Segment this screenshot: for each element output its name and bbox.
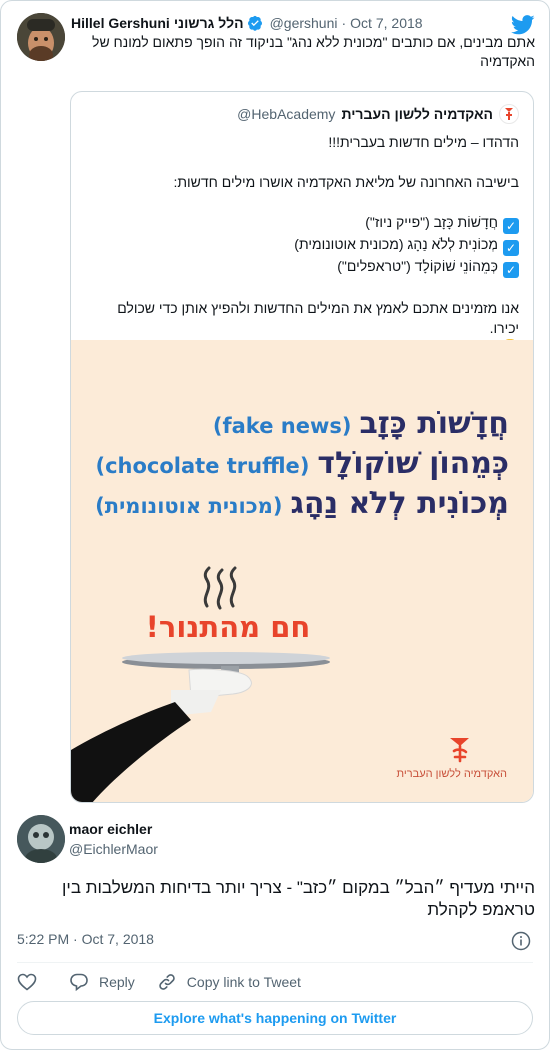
quoted-author-handle: @HebAcademy [237,106,336,122]
academy-mark-icon [450,738,469,763]
heart-icon [17,973,37,991]
quoted-line-1: הדהדו – מילים חדשות בעברית!!! [328,134,519,150]
poster-row-fake-news: חֲדָשׁוֹת כָּזָב (fake news) [212,406,509,441]
serving-tray-illustration [71,652,330,802]
quoted-item: ✓כְּמֵהוֹנֵי שׁוֹקוֹלָד ("טראפלים") [85,256,519,278]
quoted-tweet-body: הדהדו – מילים חדשות בעברית!!! בישיבה האח… [85,132,519,358]
steam-icon [203,566,237,610]
poster-hot-text: חם מהתנור! [145,610,311,644]
academy-logo-icon [499,104,519,124]
tweet-actions: Reply Copy link to Tweet [17,971,323,993]
quoted-item: ✓חֲדָשׁוֹת כָּזָב ("פייק ניוז") [85,212,519,234]
poster-academy-label: האקדמיה ללשון העברית [396,768,507,780]
tweet-header: Hillel Gershuni הלל גרשוני @gershuni · O… [17,13,535,69]
reply-author-handle[interactable]: @EichlerMaor [69,841,158,857]
separator-dot: · [341,15,347,31]
author-names: Hillel Gershuni הלל גרשוני @gershuni · O… [71,15,495,31]
tweet-embed-card: Hillel Gershuni הלל גרשוני @gershuni · O… [0,0,550,1050]
copy-link-button[interactable]: Copy link to Tweet [157,972,301,992]
author-avatar[interactable] [17,13,65,61]
checkmark-icon: ✓ [503,240,519,256]
checkmark-icon: ✓ [503,262,519,278]
quoted-line-3: אנו מזמינים אתכם לאמץ את המילים החדשות ו… [117,300,519,336]
verified-badge-icon [247,15,262,31]
reply-button[interactable]: Reply [69,972,135,992]
divider [17,962,533,963]
reply-text: הייתי מעדיף ״הבל״ במקום ״כזב" - צריך יות… [62,878,535,919]
quoted-tweet[interactable]: האקדמיה ללשון העברית @HebAcademy הדהדו –… [70,91,534,803]
author-name-hebrew[interactable]: הלל גרשוני [174,15,244,31]
poster-row-chocolate-truffle: כְּמֵהוֹן שׁוֹקוֹלָד (chocolate truffle) [95,446,510,481]
info-icon[interactable] [511,931,531,951]
twitter-bird-icon[interactable] [511,15,535,35]
explore-twitter-button[interactable]: Explore what's happening on Twitter [17,1001,533,1035]
author-handle[interactable]: @gershuni [270,15,338,31]
checkmark-icon: ✓ [503,218,519,234]
quoted-item: ✓מְכוֹנִית לְלֹא נַהָג (מכונית אוטונומית… [85,234,519,256]
like-button[interactable] [17,973,47,991]
reply-label: Reply [99,974,135,990]
tweet-timestamp[interactable]: 5:22 PM · Oct 7, 2018 [17,931,154,947]
tweet-text: אתם מבינים, אם כותבים "מכונית ללא נהג" ב… [92,34,535,69]
author-name[interactable]: Hillel Gershuni [71,15,170,31]
academy-poster-image[interactable]: חֲדָשׁוֹת כָּזָב (fake news) כְּמֵהוֹן ש… [71,340,533,802]
copy-link-label: Copy link to Tweet [186,974,301,990]
author-date[interactable]: Oct 7, 2018 [350,15,422,31]
link-icon [159,974,175,990]
reply-bubble-icon [70,973,88,992]
poster-row-autonomous-car: מְכוֹנִית לְלֹא נַהָג (מכונית אוטונומית) [95,486,509,521]
reply-author-name[interactable]: maor eichler [69,821,152,837]
quoted-author-name: האקדמיה ללשון העברית [341,106,493,122]
quoted-tweet-header: האקדמיה ללשון העברית @HebAcademy [237,104,519,124]
reply-author-avatar[interactable] [17,815,65,863]
quoted-line-2: בישיבה האחרונה של מליאת האקדמיה אושרו מי… [173,174,519,190]
